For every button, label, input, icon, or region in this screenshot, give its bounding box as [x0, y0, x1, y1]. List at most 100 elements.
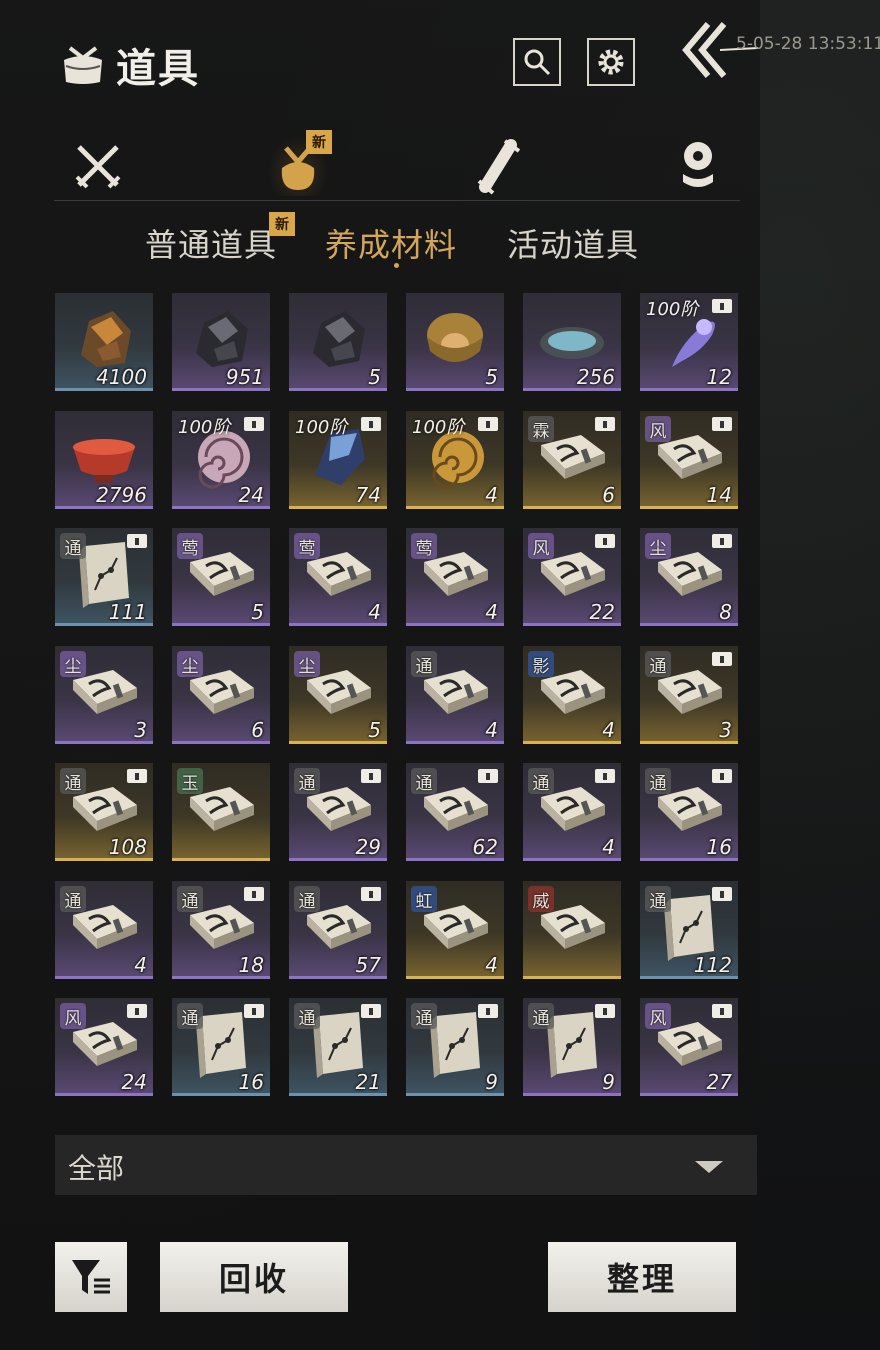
- item-slot[interactable]: 256: [523, 293, 621, 391]
- filter-button[interactable]: [55, 1242, 127, 1312]
- item-slot[interactable]: 通 18: [172, 881, 270, 979]
- lock-icon: [712, 417, 732, 431]
- bowl-item-icon: [73, 439, 135, 483]
- item-tag: 通: [528, 768, 554, 794]
- item-slot[interactable]: 5: [406, 293, 504, 391]
- item-tag: 通: [60, 768, 86, 794]
- item-tag: 莺: [177, 533, 203, 559]
- lock-icon: [712, 769, 732, 783]
- item-tag: 通: [60, 533, 86, 559]
- item-count: 6: [602, 483, 615, 507]
- item-slot[interactable]: 通 62: [406, 763, 504, 861]
- crossed-swords-icon: [75, 145, 121, 189]
- lock-icon: [361, 769, 381, 783]
- item-count: 4: [368, 600, 381, 624]
- item-slot[interactable]: 风 14: [640, 411, 738, 509]
- item-count: 4: [485, 718, 498, 742]
- subtab-normal-items[interactable]: 普通道具: [145, 220, 277, 266]
- item-slot[interactable]: 威: [523, 881, 621, 979]
- subtab-materials[interactable]: 养成材料: [325, 220, 457, 266]
- item-slot[interactable]: 风 22: [523, 528, 621, 626]
- item-slot[interactable]: 4100: [55, 293, 153, 391]
- item-slot[interactable]: 通4: [523, 763, 621, 861]
- item-tag: 通: [177, 1003, 203, 1029]
- item-tag: 通: [645, 651, 671, 677]
- page-title: 道具: [116, 46, 200, 92]
- active-subtab-indicator: [394, 263, 399, 268]
- item-count: 18: [238, 953, 264, 977]
- settings-button[interactable]: [587, 38, 635, 86]
- ore-dark-item-icon: [196, 311, 248, 367]
- item-count: 4: [485, 953, 498, 977]
- item-tag: 通: [528, 1003, 554, 1029]
- item-slot[interactable]: 通 112: [640, 881, 738, 979]
- item-slot[interactable]: 尘6: [172, 646, 270, 744]
- orb-item-icon: [427, 313, 483, 362]
- lock-icon: [244, 887, 264, 901]
- item-slot[interactable]: 100阶 12: [640, 293, 738, 391]
- item-slot[interactable]: 2796: [55, 411, 153, 509]
- item-count: 74: [355, 483, 381, 507]
- item-slot[interactable]: 通9: [406, 998, 504, 1096]
- item-slot[interactable]: 霖6: [523, 411, 621, 509]
- filter-label: 全部: [68, 1152, 125, 1185]
- item-slot[interactable]: 尘8: [640, 528, 738, 626]
- filter-icon: [72, 1260, 110, 1294]
- item-slot[interactable]: 通4: [406, 646, 504, 744]
- item-count: 256: [576, 365, 615, 389]
- item-slot[interactable]: 尘3: [55, 646, 153, 744]
- search-button[interactable]: [513, 38, 561, 86]
- item-count: 24: [121, 1070, 147, 1094]
- top-bar: 道具 5-05-28 13:53:11: [0, 0, 880, 100]
- item-slot[interactable]: 莺4: [406, 528, 504, 626]
- item-slot[interactable]: 影4: [523, 646, 621, 744]
- lock-icon: [127, 769, 147, 783]
- item-slot[interactable]: 玉: [172, 763, 270, 861]
- search-icon: [524, 49, 551, 76]
- item-tag: 风: [645, 1003, 671, 1029]
- item-slot[interactable]: 5: [289, 293, 387, 391]
- item-count: 4: [602, 835, 615, 859]
- item-slot[interactable]: 莺4: [289, 528, 387, 626]
- item-slot[interactable]: 通 111: [55, 528, 153, 626]
- item-slot[interactable]: 通 29: [289, 763, 387, 861]
- subtab-event-items[interactable]: 活动道具: [507, 220, 639, 266]
- gear-icon: [598, 49, 624, 75]
- item-slot[interactable]: 通 16: [172, 998, 270, 1096]
- item-slot[interactable]: 100阶 74: [289, 411, 387, 509]
- filter-dropdown[interactable]: 全部: [55, 1135, 757, 1195]
- sort-button[interactable]: 整理: [548, 1242, 736, 1312]
- lock-icon: [361, 417, 381, 431]
- scroll-icon: [477, 139, 521, 195]
- tab-scrolls[interactable]: [468, 136, 528, 196]
- item-count: 14: [706, 483, 732, 507]
- item-slot[interactable]: 通 57: [289, 881, 387, 979]
- item-tag: 莺: [411, 533, 437, 559]
- pool-item-icon: [540, 327, 604, 359]
- item-slot[interactable]: 通4: [55, 881, 153, 979]
- item-slot[interactable]: 尘5: [289, 646, 387, 744]
- item-slot[interactable]: 通 108: [55, 763, 153, 861]
- lock-icon: [361, 887, 381, 901]
- tab-tokens[interactable]: [668, 136, 728, 196]
- item-slot[interactable]: 951: [172, 293, 270, 391]
- item-slot[interactable]: 通3: [640, 646, 738, 744]
- item-slot[interactable]: 100阶 4: [406, 411, 504, 509]
- item-slot[interactable]: 虹4: [406, 881, 504, 979]
- ore-gold-item-icon: [81, 311, 131, 367]
- item-tier: 100阶: [412, 417, 465, 438]
- item-slot[interactable]: 通9: [523, 998, 621, 1096]
- recycle-button[interactable]: 回收: [160, 1242, 348, 1312]
- item-tag: 尘: [294, 651, 320, 677]
- item-slot[interactable]: 100阶 24: [172, 411, 270, 509]
- item-tag: 威: [528, 886, 554, 912]
- item-slot[interactable]: 莺5: [172, 528, 270, 626]
- item-tag: 通: [411, 768, 437, 794]
- item-slot[interactable]: 风 24: [55, 998, 153, 1096]
- item-slot[interactable]: 通 21: [289, 998, 387, 1096]
- tab-weapons[interactable]: [68, 136, 128, 196]
- tab-items[interactable]: 新: [268, 130, 332, 196]
- item-slot[interactable]: 通 16: [640, 763, 738, 861]
- item-tag: 通: [177, 886, 203, 912]
- item-slot[interactable]: 风 27: [640, 998, 738, 1096]
